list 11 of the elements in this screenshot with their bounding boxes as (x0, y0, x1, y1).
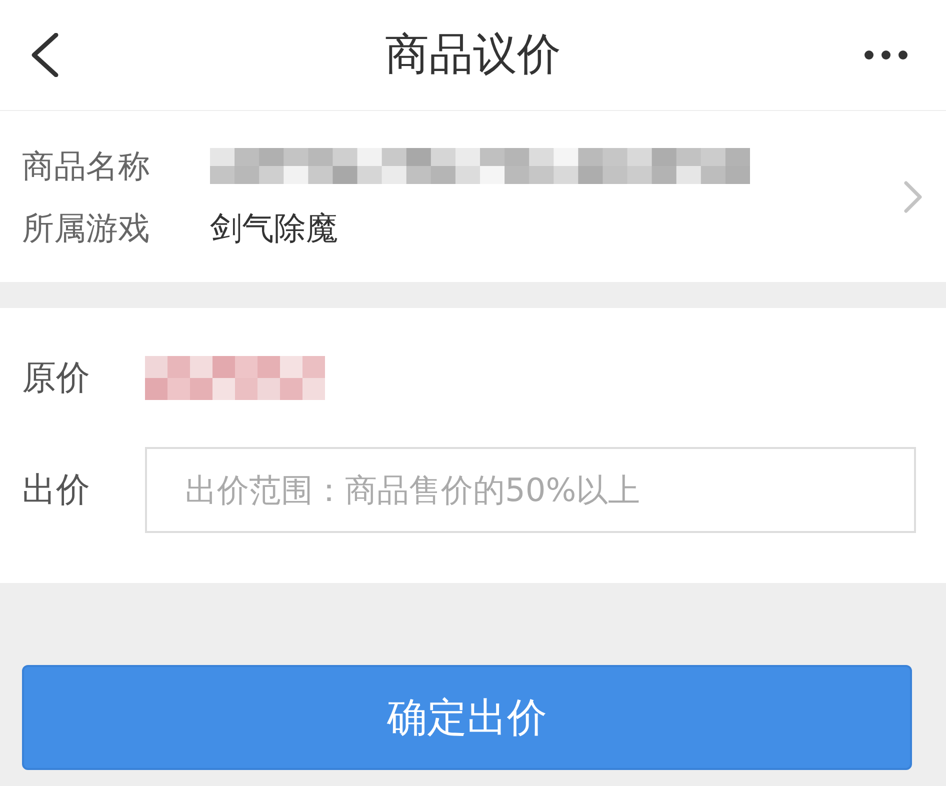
bid-input[interactable]: 出价范围：商品售价的50%以上 (145, 447, 916, 533)
field-label: 商品名称 (22, 150, 151, 182)
chevron-right-icon (904, 180, 922, 212)
back-icon (30, 33, 60, 77)
field-label: 所属游戏 (22, 212, 151, 244)
more-icon (864, 50, 908, 60)
page-title: 商品议价 (385, 33, 561, 77)
product-info-panel[interactable]: 商品名称 所属游戏 剑气除魔 (0, 111, 946, 282)
field-label: 出价 (22, 473, 91, 507)
field-label: 原价 (22, 361, 91, 395)
game-name: 剑气除魔 (210, 212, 338, 244)
